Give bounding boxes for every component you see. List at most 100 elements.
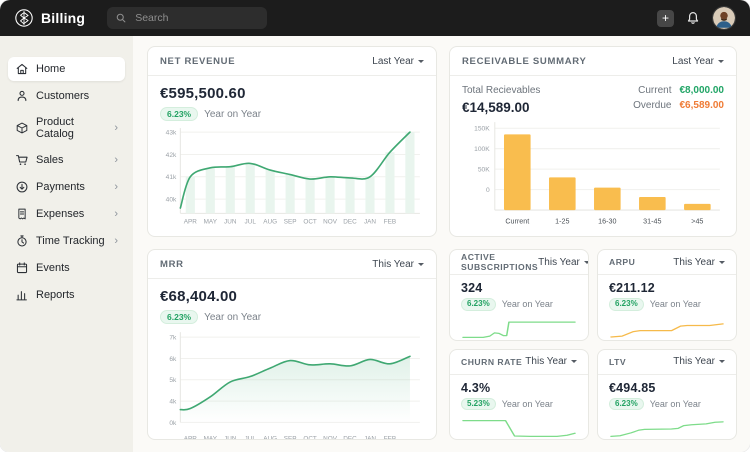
chevron-down-icon bbox=[418, 60, 424, 63]
svg-text:AUG: AUG bbox=[263, 436, 277, 440]
mrr-card: MRR This Year €68,404.00 6.23% Year on Y… bbox=[147, 249, 437, 440]
chevron-right-icon: › bbox=[114, 155, 118, 165]
ltv-period-select[interactable]: This Year bbox=[673, 356, 725, 367]
svg-text:1-25: 1-25 bbox=[555, 217, 569, 225]
sidebar-item-label: Expenses bbox=[36, 208, 84, 220]
mrr-yoy-badge: 6.23% bbox=[160, 310, 198, 324]
sidebar-item-label: Sales bbox=[36, 154, 64, 166]
expenses-icon bbox=[15, 207, 29, 221]
svg-text:50K: 50K bbox=[478, 167, 490, 174]
svg-text:43k: 43k bbox=[166, 130, 177, 137]
arpu-period-select[interactable]: This Year bbox=[673, 257, 725, 268]
chevron-right-icon: › bbox=[114, 209, 118, 219]
svg-text:JAN: JAN bbox=[364, 436, 376, 440]
sidebar-item-product-catalog[interactable]: Product Catalog› bbox=[8, 111, 125, 145]
mrr-chart: 7k6k5k4k0kAPRMAYJUNJULAUGSEPOCTNOVDECJAN… bbox=[148, 324, 436, 440]
quick-add-button[interactable]: + bbox=[657, 10, 674, 27]
svg-text:40k: 40k bbox=[166, 197, 177, 204]
app-logo[interactable]: Billing bbox=[14, 8, 85, 28]
app-logo-icon bbox=[14, 8, 34, 28]
active-subscriptions-value: 324 bbox=[461, 281, 577, 295]
search-input[interactable] bbox=[133, 11, 259, 25]
active-subscriptions-card: ACTIVE SUBSCRIPTIONS This Year 324 6.23%… bbox=[449, 249, 589, 341]
churn-rate-value: 4.3% bbox=[461, 381, 577, 395]
svg-text:NOV: NOV bbox=[323, 219, 338, 226]
reports-icon bbox=[15, 288, 29, 302]
net-revenue-yoy-badge: 6.23% bbox=[160, 107, 198, 121]
net-revenue-value: €595,500.60 bbox=[160, 85, 424, 102]
sidebar-item-events[interactable]: Events bbox=[8, 256, 125, 280]
sidebar-item-label: Payments bbox=[36, 181, 85, 193]
svg-text:>45: >45 bbox=[691, 217, 703, 225]
topbar: Billing + bbox=[0, 0, 750, 36]
svg-text:0k: 0k bbox=[169, 420, 177, 427]
overdue-value: €6,589.00 bbox=[680, 100, 725, 111]
svg-text:OCT: OCT bbox=[303, 219, 317, 226]
mrr-yoy-caption: Year on Year bbox=[204, 312, 261, 323]
svg-text:7k: 7k bbox=[169, 335, 177, 342]
chevron-right-icon: › bbox=[114, 182, 118, 192]
sidebar: HomeCustomersProduct Catalog›Sales›Payme… bbox=[0, 36, 133, 452]
sidebar-item-reports[interactable]: Reports bbox=[8, 283, 125, 307]
svg-text:5k: 5k bbox=[169, 378, 177, 385]
product-catalog-icon bbox=[15, 121, 29, 135]
svg-text:41k: 41k bbox=[166, 175, 177, 182]
sidebar-item-home[interactable]: Home bbox=[8, 57, 125, 81]
svg-text:31-45: 31-45 bbox=[643, 217, 661, 225]
dashboard: NET REVENUE Last Year €595,500.60 6.23% … bbox=[133, 36, 750, 452]
receivable-title: RECEIVABLE SUMMARY bbox=[462, 56, 587, 67]
sidebar-item-sales[interactable]: Sales › bbox=[8, 148, 125, 172]
sidebar-item-label: Reports bbox=[36, 289, 75, 301]
search-box[interactable] bbox=[107, 7, 267, 29]
svg-text:SEP: SEP bbox=[284, 436, 297, 440]
svg-text:100K: 100K bbox=[474, 146, 490, 153]
time-tracking-icon bbox=[15, 234, 29, 248]
total-receivables-value: €14,589.00 bbox=[462, 100, 540, 115]
home-icon bbox=[15, 62, 29, 76]
svg-text:APR: APR bbox=[184, 436, 198, 440]
active-subscriptions-period-select[interactable]: This Year bbox=[538, 257, 589, 268]
chevron-down-icon bbox=[719, 261, 725, 264]
chevron-down-icon bbox=[584, 261, 589, 264]
notifications-bell-icon[interactable] bbox=[685, 10, 701, 26]
net-revenue-title: NET REVENUE bbox=[160, 56, 235, 67]
sidebar-item-payments[interactable]: Payments › bbox=[8, 175, 125, 199]
sales-cart-icon bbox=[15, 153, 29, 167]
total-receivables-label: Total Recievables bbox=[462, 85, 540, 96]
svg-text:JUN: JUN bbox=[224, 219, 237, 226]
sidebar-item-label: Customers bbox=[36, 90, 89, 102]
churn-rate-card: CHURN RATE This Year 4.3% 5.23% Year on … bbox=[449, 349, 589, 441]
svg-text:MAY: MAY bbox=[204, 219, 218, 226]
overdue-label: Overdue bbox=[633, 100, 671, 111]
receivable-period-select[interactable]: Last Year bbox=[672, 56, 724, 67]
chevron-right-icon: › bbox=[114, 236, 118, 246]
svg-text:JAN: JAN bbox=[364, 219, 376, 226]
user-avatar[interactable] bbox=[712, 6, 736, 30]
ltv-sparkline bbox=[609, 412, 725, 440]
net-revenue-period-select[interactable]: Last Year bbox=[372, 56, 424, 67]
mrr-period-select[interactable]: This Year bbox=[372, 259, 424, 270]
svg-text:6k: 6k bbox=[169, 356, 177, 363]
current-label: Current bbox=[638, 85, 671, 96]
svg-text:150K: 150K bbox=[474, 126, 490, 133]
topbar-actions: + bbox=[657, 6, 736, 30]
svg-text:FEB: FEB bbox=[384, 219, 396, 226]
chevron-right-icon: › bbox=[114, 123, 118, 133]
receivable-summary-card: RECEIVABLE SUMMARY Last Year Total Recie… bbox=[449, 46, 737, 237]
chevron-down-icon bbox=[719, 360, 725, 363]
svg-text:FEB: FEB bbox=[384, 436, 396, 440]
sidebar-item-expenses[interactable]: Expenses › bbox=[8, 202, 125, 226]
svg-text:4k: 4k bbox=[169, 399, 177, 406]
sidebar-item-label: Events bbox=[36, 262, 70, 274]
net-revenue-chart: 43k42k41k40kAPRMAYJUNJULAUGSEPOCTNOVDECJ… bbox=[148, 121, 436, 228]
active-subscriptions-sparkline bbox=[461, 313, 577, 341]
svg-text:0: 0 bbox=[486, 187, 490, 194]
svg-text:DEC: DEC bbox=[343, 219, 357, 226]
svg-text:JUL: JUL bbox=[245, 219, 257, 226]
churn-rate-period-select[interactable]: This Year bbox=[525, 356, 577, 367]
sidebar-item-time-tracking[interactable]: Time Tracking› bbox=[8, 229, 125, 253]
receivable-aging-chart: 150K100K50K0Current1-2516-3031-45>45 bbox=[450, 115, 736, 233]
svg-text:JUL: JUL bbox=[245, 436, 257, 440]
svg-text:16-30: 16-30 bbox=[598, 217, 616, 225]
sidebar-item-customers[interactable]: Customers bbox=[8, 84, 125, 108]
